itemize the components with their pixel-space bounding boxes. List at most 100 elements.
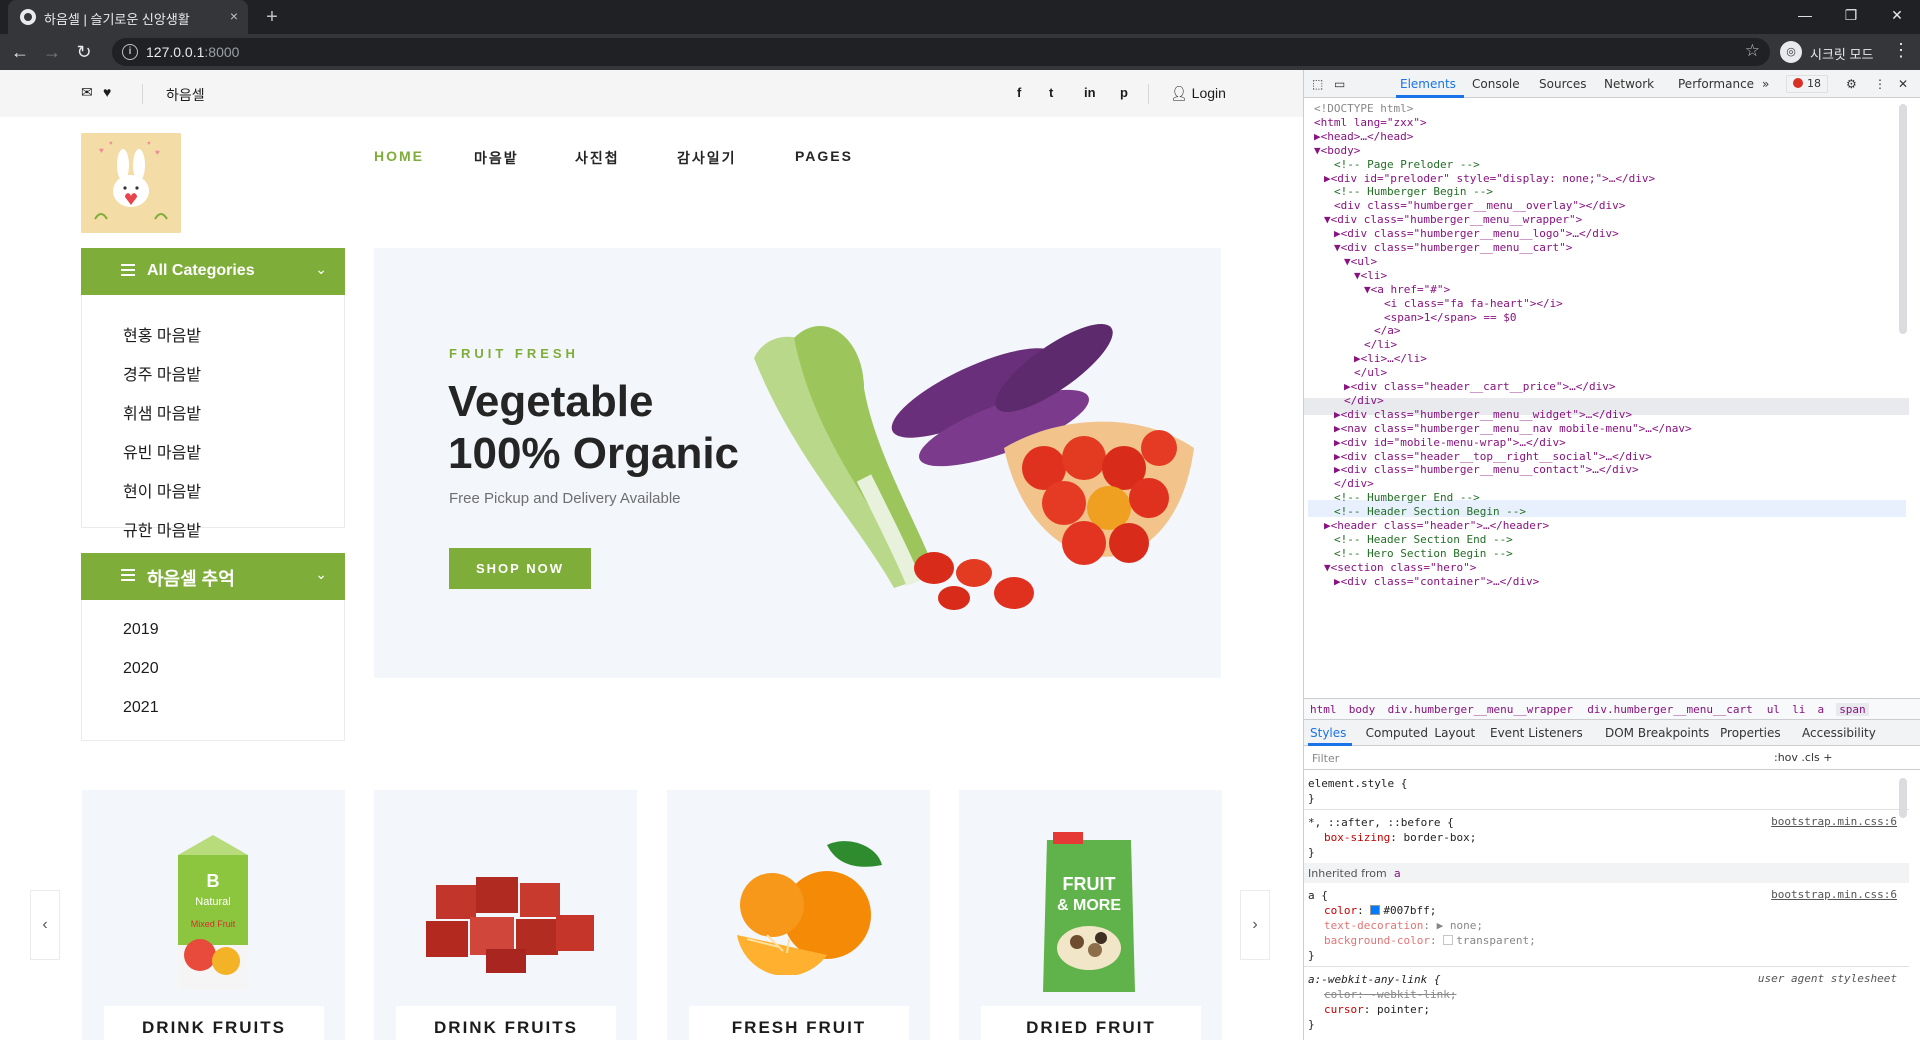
rule-selector[interactable]: *, ::after, ::before {: [1308, 815, 1454, 830]
breadcrumb-item[interactable]: li: [1792, 703, 1805, 716]
styles-subtab[interactable]: Computed: [1366, 726, 1428, 740]
css-declaration-inactive[interactable]: background-color: transparent;: [1324, 933, 1536, 948]
nav-home[interactable]: HOME: [374, 148, 424, 164]
browser-tab[interactable]: 하음셀 | 슬기로운 신앙생활 ×: [8, 0, 248, 34]
category-item[interactable]: 현홍 마음밭: [123, 322, 201, 346]
category-item[interactable]: 경주 마음밭: [123, 361, 201, 385]
forward-arrow-icon[interactable]: →: [40, 40, 64, 64]
address-bar[interactable]: i 127.0.0.1:8000 ☆: [112, 38, 1770, 66]
category-card[interactable]: DRINK FRUITS: [374, 790, 637, 1040]
styles-subtab[interactable]: Properties: [1720, 726, 1781, 740]
login-link[interactable]: 👤︎ Login: [1170, 85, 1226, 102]
dom-scrollbar[interactable]: [1899, 104, 1907, 334]
dom-node[interactable]: ▶<div class="container">…</div>: [1334, 573, 1539, 590]
styles-subtab[interactable]: Event Listeners: [1490, 726, 1583, 740]
envelope-icon[interactable]: ✉: [81, 84, 93, 101]
site-info-icon[interactable]: i: [122, 44, 138, 60]
bookmark-star-icon[interactable]: ☆: [1745, 41, 1760, 61]
back-arrow-icon[interactable]: ←: [8, 40, 32, 64]
css-declaration-overridden[interactable]: color: -webkit-link;: [1324, 987, 1456, 1002]
linkedin-icon[interactable]: in: [1084, 85, 1096, 100]
device-toolbar-icon[interactable]: ▭: [1334, 77, 1345, 91]
breadcrumb-item[interactable]: body: [1349, 703, 1376, 716]
shop-now-button[interactable]: SHOP NOW: [449, 548, 591, 589]
nav-gratitude-journal[interactable]: 감사일기: [677, 148, 737, 168]
styles-subtab[interactable]: Layout: [1434, 726, 1475, 740]
category-card-label: DRINK FRUITS: [104, 1006, 324, 1040]
breadcrumb-item[interactable]: ul: [1767, 703, 1780, 716]
breadcrumb-item[interactable]: a: [1818, 703, 1825, 716]
tab-performance[interactable]: Performance: [1678, 77, 1754, 91]
all-categories-header[interactable]: All Categories ⌄: [81, 248, 345, 295]
styles-scrollbar[interactable]: [1899, 778, 1907, 818]
close-devtools-icon[interactable]: ✕: [1898, 77, 1908, 91]
tab-console[interactable]: Console: [1472, 77, 1520, 91]
reload-icon[interactable]: ↻: [72, 40, 96, 64]
memory-year-item[interactable]: 2020: [123, 660, 159, 678]
category-card[interactable]: FRUIT & MORE DRIED FRUIT: [959, 790, 1222, 1040]
carousel-next-button[interactable]: ›: [1240, 890, 1270, 960]
heart-icon[interactable]: ♥: [103, 84, 111, 100]
settings-gear-icon[interactable]: ⚙: [1846, 77, 1857, 91]
devtools-menu-icon[interactable]: ⋮: [1874, 77, 1886, 91]
rule-selector[interactable]: a:-webkit-any-link {: [1308, 972, 1440, 987]
tab-close-icon[interactable]: ×: [230, 8, 238, 24]
category-card[interactable]: FRESH FRUIT: [667, 790, 930, 1040]
css-declaration[interactable]: box-sizing: border-box;: [1324, 830, 1476, 845]
category-item[interactable]: 규한 마음밭: [123, 517, 201, 541]
styles-subtab[interactable]: DOM Breakpoints: [1605, 726, 1709, 740]
new-tab-button[interactable]: +: [260, 5, 284, 29]
nav-photo-album[interactable]: 사진첩: [575, 148, 620, 168]
inspect-element-icon[interactable]: ⬚: [1312, 77, 1323, 91]
styles-filter-tools[interactable]: :hov .cls +: [1774, 751, 1832, 764]
tab-elements[interactable]: Elements: [1400, 77, 1456, 91]
inherited-element-link[interactable]: a: [1394, 867, 1401, 880]
category-card[interactable]: B Natural Mixed Fruit DRINK FRUITS: [82, 790, 345, 1040]
rule-source-link[interactable]: bootstrap.min.css:6: [1771, 815, 1897, 828]
twitter-icon[interactable]: t: [1049, 85, 1053, 100]
memories-header[interactable]: 하음셀 추억 ⌄: [81, 553, 345, 600]
dom-node[interactable]: <span>1</span> == $0: [1384, 309, 1516, 326]
incognito-label: 시크릿 모드: [1810, 47, 1874, 62]
rule-source-link[interactable]: bootstrap.min.css:6: [1771, 888, 1897, 901]
rule-selector[interactable]: a {: [1308, 888, 1328, 903]
color-swatch[interactable]: [1443, 935, 1454, 945]
url-text[interactable]: 127.0.0.1:8000: [146, 44, 239, 60]
breadcrumb-item[interactable]: html: [1310, 703, 1337, 716]
error-count-badge[interactable]: 18: [1786, 75, 1828, 93]
css-declaration[interactable]: cursor: pointer;: [1324, 1002, 1430, 1017]
category-item[interactable]: 현이 마음밭: [123, 478, 201, 502]
memory-year-item[interactable]: 2021: [123, 699, 159, 717]
dom-node[interactable]: ▶<div class="humberger__menu__contact">……: [1334, 461, 1639, 478]
facebook-icon[interactable]: f: [1017, 85, 1021, 100]
category-item[interactable]: 휘샘 마음밭: [123, 400, 201, 424]
hero-title: Vegetable 100% Organic: [448, 377, 740, 478]
category-item[interactable]: 유빈 마음밭: [123, 439, 201, 463]
tab-sources[interactable]: Sources: [1539, 77, 1586, 91]
carousel-prev-button[interactable]: ‹: [30, 890, 60, 960]
color-swatch[interactable]: [1370, 905, 1381, 915]
dom-node[interactable]: ▶<div class="header__cart__price">…</div…: [1344, 378, 1616, 395]
styles-subtab[interactable]: Accessibility: [1802, 726, 1876, 740]
styles-subtab[interactable]: Styles: [1310, 726, 1346, 740]
nav-maeumbat[interactable]: 마음밭: [474, 148, 519, 168]
juice-carton-image: B Natural Mixed Fruit: [178, 835, 248, 990]
pinterest-icon[interactable]: p: [1120, 85, 1128, 100]
breadcrumb-item[interactable]: div.humberger__menu__wrapper: [1388, 703, 1573, 716]
css-declaration-inactive[interactable]: text-decoration: ▶ none;: [1324, 918, 1483, 933]
browser-menu-icon[interactable]: ⋮: [1892, 40, 1910, 61]
close-window-button[interactable]: ✕: [1874, 0, 1920, 30]
element-style-rule[interactable]: element.style {: [1308, 776, 1407, 791]
site-logo[interactable]: ♥ ♥ ♥ ♥: [81, 133, 181, 233]
nav-pages[interactable]: PAGES: [795, 148, 853, 164]
memory-year-item[interactable]: 2019: [123, 621, 159, 639]
restore-button[interactable]: ❐: [1828, 0, 1874, 30]
breadcrumb-item[interactable]: span: [1836, 703, 1869, 716]
breadcrumb-item[interactable]: div.humberger__menu__cart: [1587, 703, 1753, 716]
more-tabs-icon[interactable]: »: [1762, 77, 1769, 91]
minimize-button[interactable]: —: [1782, 0, 1828, 30]
styles-filter-input[interactable]: Filter: [1312, 752, 1339, 765]
tab-network[interactable]: Network: [1604, 77, 1654, 91]
chevron-down-icon: ⌄: [315, 261, 327, 277]
css-declaration[interactable]: color: #007bff;: [1324, 903, 1436, 918]
